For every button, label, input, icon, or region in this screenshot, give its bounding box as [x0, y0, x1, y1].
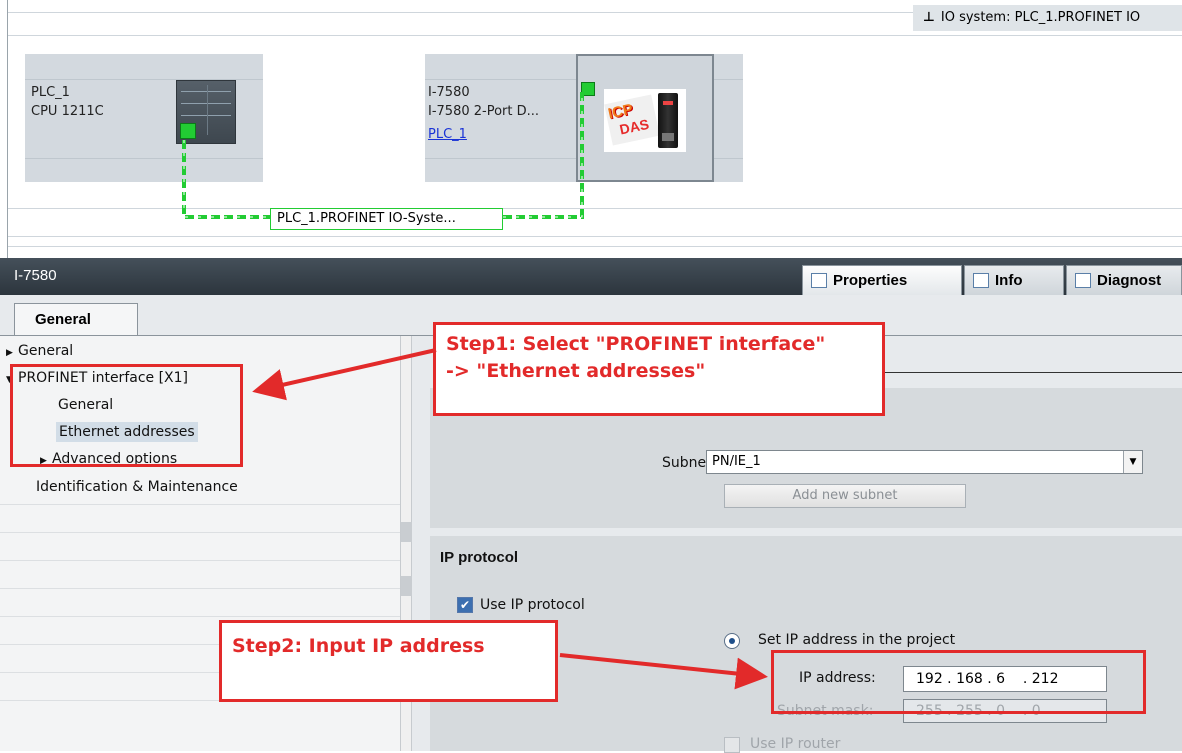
step2-arrow — [559, 653, 768, 690]
callout-arrows — [252, 348, 768, 690]
step1-arrow — [252, 348, 437, 401]
